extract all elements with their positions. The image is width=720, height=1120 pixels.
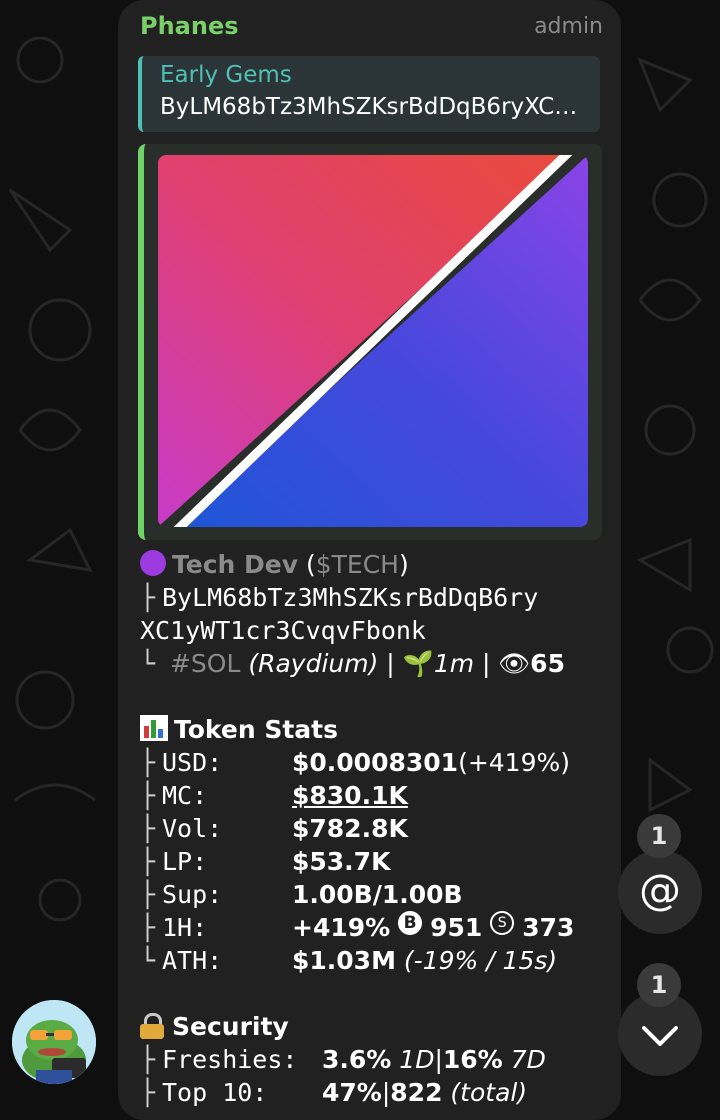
tree-branch: ├ xyxy=(140,1045,156,1074)
tree-branch: ├ xyxy=(140,583,156,612)
tree-end: └ xyxy=(140,649,156,678)
stat-key: Freshies: xyxy=(162,1045,298,1074)
tree-branch: ├ xyxy=(140,847,156,876)
separator: | xyxy=(474,649,499,678)
security-header: Security xyxy=(140,1010,610,1043)
token-stats-header: Token Stats xyxy=(140,713,610,746)
stat-value: 16% xyxy=(442,1045,503,1074)
bar-chart-icon xyxy=(140,715,168,741)
stat-key: 1H: xyxy=(162,913,208,942)
link-preview[interactable] xyxy=(138,144,602,540)
stat-key: LP: xyxy=(162,847,208,876)
mentions-count-badge: 1 xyxy=(637,814,681,858)
token-image[interactable] xyxy=(158,155,588,527)
tree-branch: ├ xyxy=(140,913,156,942)
buy-icon: B xyxy=(398,911,423,935)
stat-change: +419% xyxy=(292,913,391,942)
separator: | xyxy=(434,1045,443,1074)
stat-detail: (-19% / 15s) xyxy=(403,946,558,975)
token-address-part1[interactable]: ByLM68bTz3MhSZKsrBdDqB6ry xyxy=(162,583,538,612)
chain-hashtag[interactable]: #SOL xyxy=(170,649,240,678)
stat-vol: ├ Vol: $782.8K xyxy=(140,812,610,845)
stat-mc: ├ MC: $830.1K xyxy=(140,779,610,812)
lock-icon xyxy=(140,1013,164,1039)
stat-count: 822 xyxy=(390,1078,443,1107)
stat-key: Top 10: xyxy=(162,1078,268,1107)
stat-value: 1.00B/1.00B xyxy=(292,880,463,909)
view-count: 65 xyxy=(530,649,565,678)
stat-key: ATH: xyxy=(162,946,223,975)
stat-key: MC: xyxy=(162,781,208,810)
stat-key: USD: xyxy=(162,748,223,777)
stat-lp: ├ LP: $53.7K xyxy=(140,845,610,878)
tree-branch: ├ xyxy=(140,1078,156,1107)
tree-branch: ├ xyxy=(140,781,156,810)
purple-circle-icon xyxy=(140,550,166,576)
sender-role: admin xyxy=(534,14,603,39)
stat-value: $1.03M xyxy=(292,946,396,975)
stat-period: 7D xyxy=(510,1045,546,1074)
paren-close: ) xyxy=(398,550,409,579)
tree-branch: ├ xyxy=(140,748,156,777)
sell-icon: S xyxy=(490,911,515,935)
dex-name: (Raydium) xyxy=(248,649,379,678)
sell-count: 373 xyxy=(522,913,575,942)
stat-1h: ├ 1H: +419% B 951 S 373 xyxy=(140,911,610,944)
stat-key: Vol: xyxy=(162,814,223,843)
stat-sup: ├ Sup: 1.00B/1.00B xyxy=(140,878,610,911)
stat-value: $0.0008301 xyxy=(292,748,459,777)
stat-value: 3.6% xyxy=(322,1045,392,1074)
address-line-1: ├ ByLM68bTz3MhSZKsrBdDqB6ry xyxy=(140,581,610,614)
stat-detail: (total) xyxy=(450,1078,528,1107)
separator: | xyxy=(378,649,403,678)
seedling-icon: 🌱 xyxy=(402,649,434,678)
stat-value: $53.7K xyxy=(292,847,391,876)
reply-text: ByLM68bTz3MhSZKsrBdDqB6ryXC… xyxy=(160,94,578,120)
buy-count: 951 xyxy=(430,913,483,942)
market-cap-link[interactable]: $830.1K xyxy=(292,779,408,812)
token-age: 1m xyxy=(433,649,475,678)
token-ticker[interactable]: $TECH xyxy=(316,550,399,579)
stat-period: 1D xyxy=(399,1045,435,1074)
stat-value: 47% xyxy=(322,1078,382,1107)
tree-branch: ├ xyxy=(140,880,156,909)
stat-freshies: ├ Freshies: 3.6% 1D | 16% 7D xyxy=(140,1043,610,1076)
token-stats-title: Token Stats xyxy=(174,715,338,744)
stat-usd: ├ USD: $0.0008301 (+419%) xyxy=(140,746,610,779)
stat-change: (+419%) xyxy=(458,748,570,777)
unread-count-badge: 1 xyxy=(637,963,681,1007)
token-address-part2[interactable]: XC1yWT1cr3CvqvFbonk xyxy=(140,614,610,647)
security-title: Security xyxy=(172,1012,289,1041)
tree-end: └ xyxy=(140,946,156,975)
eye-icon: 👁 xyxy=(498,649,531,678)
stat-top10: ├ Top 10: 47% | 822 (total) xyxy=(140,1076,610,1109)
tree-branch: ├ xyxy=(140,814,156,843)
stat-key: Sup: xyxy=(162,880,223,909)
token-name: Tech Dev xyxy=(172,550,299,579)
message-bubble[interactable]: Phanes admin Early Gems ByLM68bTz3MhSZKs… xyxy=(118,0,621,1120)
reply-quote[interactable]: Early Gems ByLM68bTz3MhSZKsrBdDqB6ryXC… xyxy=(138,56,600,132)
stat-ath: └ ATH: $1.03M (-19% / 15s) xyxy=(140,944,610,977)
paren-open: ( xyxy=(298,550,316,579)
mentions-button[interactable]: @ xyxy=(618,850,702,934)
sender-avatar[interactable] xyxy=(12,1000,96,1084)
message-text: Tech Dev ($TECH) ├ ByLM68bTz3MhSZKsrBdDqB… xyxy=(140,548,610,1109)
sender-name[interactable]: Phanes xyxy=(140,12,239,40)
token-title-line: Tech Dev ($TECH) xyxy=(140,548,610,581)
separator: | xyxy=(381,1078,391,1107)
stat-value: $782.8K xyxy=(292,814,408,843)
chain-line: └ #SOL (Raydium) | 🌱1m | 👁65 xyxy=(140,647,610,680)
at-sign-icon: @ xyxy=(639,865,681,914)
reply-title: Early Gems xyxy=(160,62,292,88)
